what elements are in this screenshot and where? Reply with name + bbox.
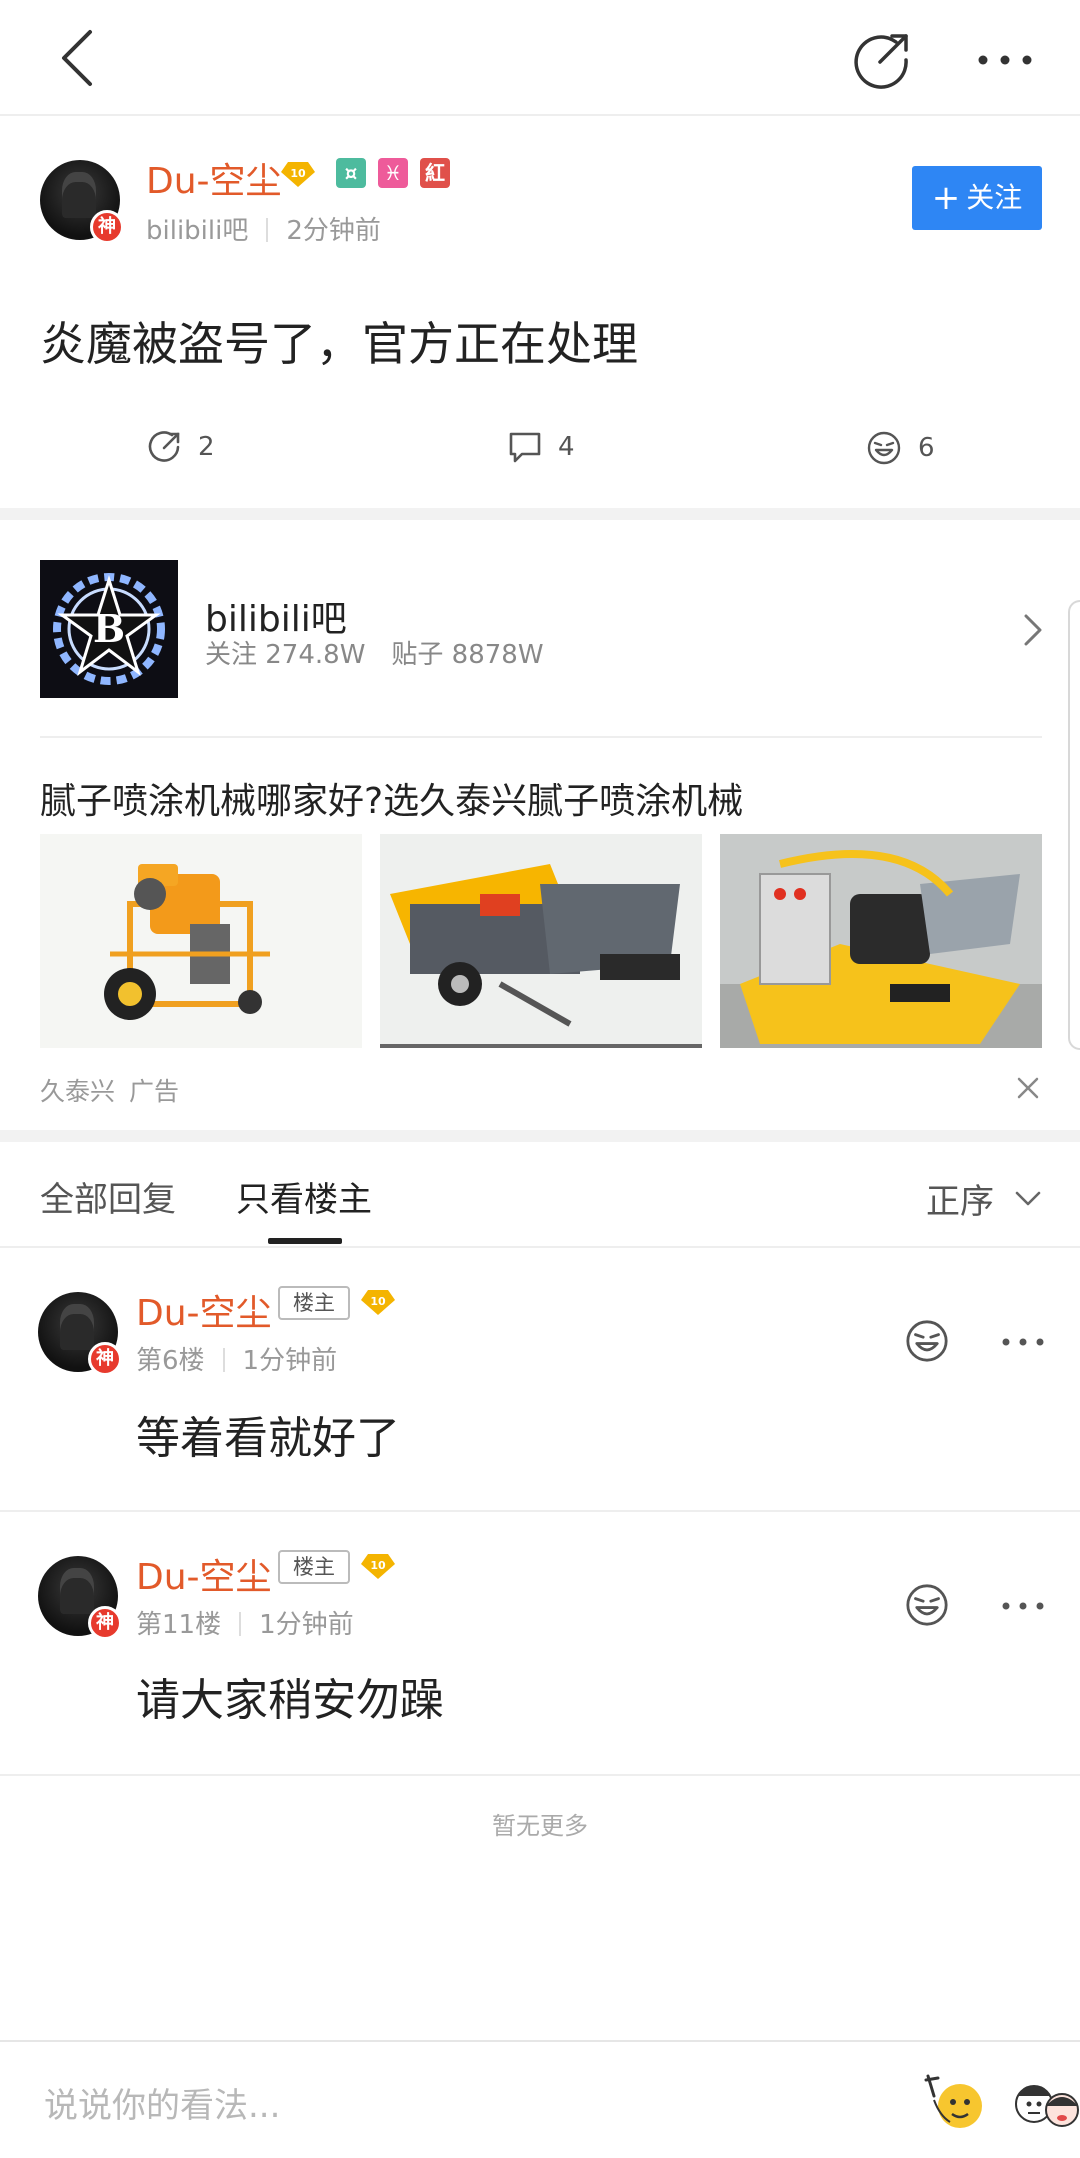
reply-item: 神 Du-空尘 楼主 10 第6楼 1分钟前 等着看就好了	[0, 1248, 1080, 1510]
god-badge: 神	[90, 210, 124, 244]
svg-text:10: 10	[290, 167, 306, 180]
level-badge-icon: 10	[361, 1290, 395, 1315]
forum-card[interactable]: B bilibili吧 关注 274.8W 贴子 8878W	[0, 520, 1080, 730]
tab-all-replies[interactable]: 全部回复	[40, 1172, 176, 1221]
user-tag-1: ¤	[336, 158, 366, 188]
post-meta: bilibili吧 2分钟前	[146, 210, 381, 247]
reply-author-name[interactable]: Du-空尘	[136, 1548, 272, 1600]
ad-meta: 久泰兴 广告	[40, 1072, 179, 1108]
more-dots-icon[interactable]	[1000, 1332, 1046, 1352]
owner-tag: 楼主	[278, 1286, 350, 1320]
back-arrow-icon[interactable]	[50, 26, 110, 90]
reply-floor: 第6楼	[136, 1346, 205, 1376]
ad-advertiser: 久泰兴	[40, 1077, 116, 1106]
bilibili-forum-logo-icon: B	[40, 560, 178, 698]
ad-title[interactable]: 腻子喷涂机械哪家好?选久泰兴腻子喷涂机械	[40, 772, 743, 824]
god-badge: 神	[88, 1606, 122, 1640]
level-badge-icon: 10	[361, 1554, 395, 1579]
forum-stats: 关注 274.8W 贴子 8878W	[205, 640, 544, 670]
chevron-right-icon[interactable]	[1018, 610, 1048, 650]
chevron-down-icon	[1015, 1191, 1041, 1205]
top-nav-bar	[0, 0, 1080, 116]
comment-action[interactable]: 4	[508, 430, 575, 464]
like-action[interactable]: 6	[866, 430, 935, 466]
plus-icon: +	[931, 178, 961, 218]
reply-item: 神 Du-空尘 楼主 10 第11楼 1分钟前 请大家稍安勿躁	[0, 1512, 1080, 1774]
reply-text: 请大家稍安勿躁	[136, 1675, 444, 1726]
no-more-text: 暂无更多	[492, 1812, 588, 1840]
reply-time: 1分钟前	[259, 1610, 354, 1640]
post-author-avatar[interactable]: 神	[40, 160, 124, 244]
post-title: 炎魔被盗号了，官方正在处理	[40, 317, 638, 371]
like-face-icon[interactable]	[904, 1318, 950, 1364]
post-forum-name[interactable]: bilibili吧	[146, 216, 248, 246]
ad-label: 广告	[129, 1077, 180, 1106]
reply-meta: 第11楼 1分钟前	[136, 1604, 354, 1641]
like-face-icon	[867, 431, 901, 465]
active-tab-indicator	[268, 1238, 342, 1244]
ad-image-3[interactable]	[720, 834, 1042, 1048]
post-actions: 2 4 6	[0, 420, 1080, 480]
sort-dropdown[interactable]: 正序	[926, 1174, 1042, 1223]
like-face-icon[interactable]	[904, 1582, 950, 1628]
share-icon[interactable]	[852, 30, 912, 90]
reply-avatar[interactable]: 神	[38, 1556, 122, 1640]
comment-composer: 说说你的看法...	[0, 2040, 1080, 2158]
emoji-sticker-icon[interactable]	[920, 2066, 990, 2136]
follow-button[interactable]: + 关注	[912, 166, 1042, 230]
god-badge: 神	[88, 1342, 122, 1376]
more-dots-icon[interactable]	[1000, 1596, 1046, 1616]
comment-icon	[509, 432, 541, 463]
level-badge-icon: 10	[281, 162, 315, 187]
user-tag-2: ♓	[378, 158, 408, 188]
comment-input[interactable]: 说说你的看法...	[44, 2078, 280, 2127]
tab-owner-only[interactable]: 只看楼主	[236, 1172, 372, 1221]
section-divider	[0, 508, 1080, 520]
section-divider	[0, 1130, 1080, 1142]
more-dots-icon[interactable]	[975, 40, 1035, 80]
reply-text: 等着看就好了	[136, 1413, 400, 1464]
scroll-edge-handle[interactable]	[1068, 600, 1080, 1050]
meme-sticker-icon[interactable]	[1008, 2066, 1080, 2136]
ad-image-1[interactable]	[40, 834, 362, 1048]
post-author-name[interactable]: Du-空尘	[146, 152, 282, 204]
reply-time: 1分钟前	[242, 1346, 338, 1376]
reply-avatar[interactable]: 神	[38, 1292, 122, 1376]
reply-author-name[interactable]: Du-空尘	[136, 1284, 272, 1336]
reply-tabs: 全部回复 只看楼主 正序	[0, 1142, 1080, 1248]
svg-text:B: B	[93, 606, 125, 651]
owner-tag: 楼主	[278, 1550, 350, 1584]
share-icon	[148, 431, 180, 462]
reply-meta: 第6楼 1分钟前	[136, 1340, 337, 1377]
svg-text:10: 10	[370, 1559, 386, 1572]
svg-text:10: 10	[370, 1295, 386, 1308]
user-tag-3: 紅	[420, 158, 450, 188]
forum-logo: B	[40, 560, 178, 698]
reply-floor: 第11楼	[136, 1610, 222, 1640]
post-time: 2分钟前	[286, 216, 381, 246]
reply-divider	[0, 1774, 1080, 1776]
ad-image-2[interactable]	[380, 834, 702, 1048]
card-divider	[40, 736, 1042, 738]
close-icon[interactable]	[1014, 1074, 1042, 1102]
share-action[interactable]: 2	[148, 430, 215, 464]
